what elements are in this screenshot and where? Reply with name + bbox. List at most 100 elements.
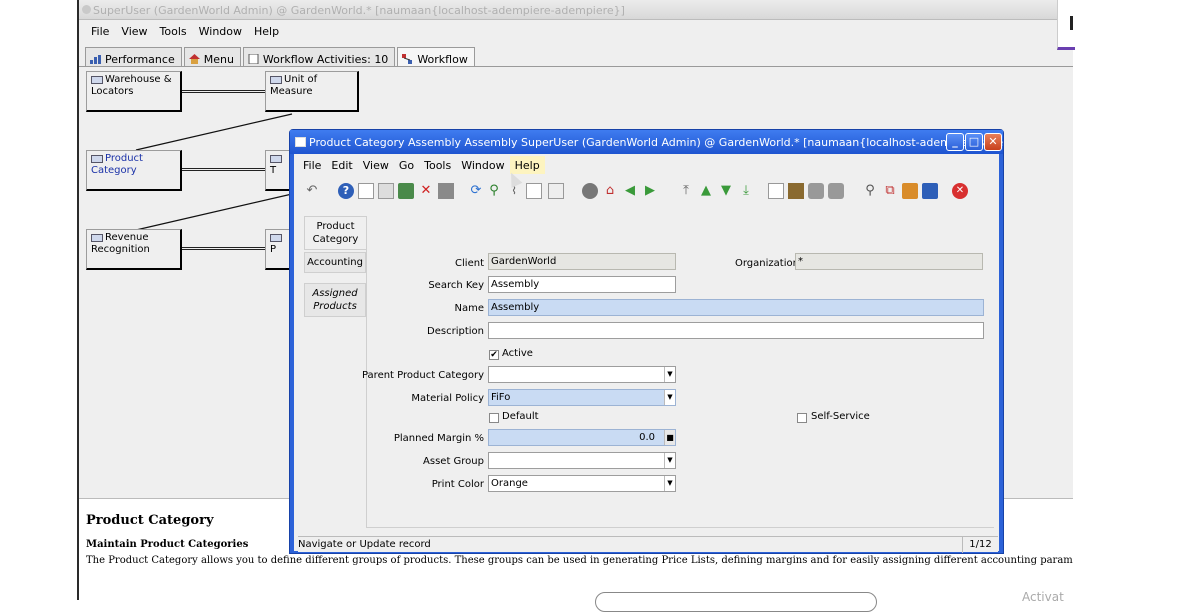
workflow-node-label: P — [270, 244, 277, 255]
workflow-node-unit-of-measure[interactable]: Unit of Measure — [265, 71, 359, 112]
client-field[interactable]: GardenWorld — [488, 253, 676, 270]
dialog-title-bar[interactable]: Product Category Assembly Assembly Super… — [290, 130, 1003, 154]
workflow-node-revenue-recognition[interactable]: Revenue Recognition — [86, 229, 182, 270]
copy-record-icon[interactable] — [378, 183, 394, 199]
print-color-select[interactable]: Orange ▼ — [488, 475, 676, 492]
main-menu-window[interactable]: Window — [193, 22, 248, 42]
arrow-right-icon[interactable]: ▶ — [642, 183, 658, 199]
name-field[interactable]: Assembly — [488, 299, 984, 316]
record-position: 1/12 — [962, 537, 998, 553]
product-info-icon[interactable] — [922, 183, 938, 199]
workflow-icon[interactable]: ⧉ — [882, 183, 898, 199]
workflow-link — [182, 168, 266, 171]
report-icon[interactable] — [768, 183, 784, 199]
main-menu-file[interactable]: File — [85, 22, 115, 42]
dialog-menu-edit[interactable]: Edit — [326, 156, 357, 174]
refresh-icon[interactable]: ⟳ — [468, 183, 484, 199]
window-icon — [270, 76, 282, 84]
workflow-node-partial[interactable]: P — [265, 229, 289, 270]
status-text: Navigate or Update record — [298, 539, 431, 550]
workflow-node-product-category[interactable]: Product Category — [86, 150, 182, 191]
grid-toggle-icon[interactable] — [548, 183, 564, 199]
exit-icon[interactable]: ✕ — [952, 183, 968, 199]
main-menu-view[interactable]: View — [115, 22, 153, 42]
previous-record-icon[interactable]: ▲ — [698, 183, 714, 199]
chevron-down-icon[interactable]: ▼ — [664, 476, 675, 491]
window-icon — [91, 76, 103, 84]
home-icon — [188, 54, 200, 64]
side-tab-accounting[interactable]: Accounting — [304, 252, 366, 273]
dialog-menu-window[interactable]: Window — [456, 156, 509, 174]
delete-selection-icon[interactable] — [438, 183, 454, 199]
process-icon[interactable] — [902, 183, 918, 199]
main-tabs: Performance Menu Workflow Activities: 10… — [85, 47, 475, 67]
main-menu-tools[interactable]: Tools — [154, 22, 193, 42]
self-service-checkbox[interactable] — [797, 413, 807, 423]
history-icon[interactable] — [582, 183, 598, 199]
organization-field[interactable]: * — [795, 253, 983, 270]
dialog-menu-tools[interactable]: Tools — [419, 156, 456, 174]
minimize-button[interactable]: _ — [946, 133, 964, 151]
archive-icon[interactable] — [788, 183, 804, 199]
workflow-connector — [135, 193, 293, 231]
last-record-icon[interactable]: ⤓ — [738, 183, 754, 199]
search-key-field[interactable]: Assembly — [488, 276, 676, 293]
planned-margin-value: 0.0 — [639, 432, 655, 443]
delete-icon[interactable]: ✕ — [418, 183, 434, 199]
overlay-logo — [1057, 0, 1075, 50]
side-tab-product-category[interactable]: Product Category — [304, 216, 366, 250]
find-icon[interactable]: ⚲ — [486, 183, 502, 199]
tab-workflow-activities[interactable]: Workflow Activities: 10 — [242, 47, 396, 67]
tab-workflow[interactable]: Workflow — [397, 47, 475, 67]
help-title: Product Category — [86, 513, 214, 528]
help-icon[interactable]: ? — [338, 183, 354, 199]
dialog-menu-view[interactable]: View — [358, 156, 394, 174]
window-icon — [91, 155, 103, 163]
dialog-toolbar: ↶ ? ✕ ⟳ ⚲ ⌇ ⌂ ◀ ▶ ⤒ ▲ ▼ ⤓ ⚲ ⧉ ✕ — [300, 180, 1000, 204]
tab-menu[interactable]: Menu — [183, 47, 241, 67]
close-button[interactable]: ✕ — [984, 133, 1002, 151]
home-icon[interactable]: ⌂ — [602, 183, 618, 199]
dialog-menu-file[interactable]: File — [298, 156, 326, 174]
window-icon — [270, 234, 282, 242]
parent-category-label: Parent Product Category — [361, 370, 484, 381]
material-policy-select[interactable]: FiFo ▼ — [488, 389, 676, 406]
dialog-body: File Edit View Go Tools Window Help ↶ ? … — [294, 154, 1000, 553]
chevron-down-icon[interactable]: ▼ — [664, 367, 675, 382]
material-policy-label: Material Policy — [411, 393, 484, 404]
first-record-icon[interactable]: ⤒ — [678, 183, 694, 199]
chat-icon[interactable] — [526, 183, 542, 199]
chevron-down-icon[interactable]: ▼ — [664, 453, 675, 468]
main-title-text: SuperUser (GardenWorld Admin) @ GardenWo… — [93, 4, 625, 17]
tab-workflow-activities-label: Workflow Activities: 10 — [262, 52, 389, 66]
tab-performance[interactable]: Performance — [85, 47, 182, 67]
asset-group-select[interactable]: ▼ — [488, 452, 676, 469]
workflow-node-label: Warehouse & Locators — [91, 74, 172, 97]
side-tabs: Product Category Accounting Assigned Pro… — [304, 216, 366, 319]
side-tab-assigned-products[interactable]: Assigned Products — [304, 283, 366, 317]
undo-icon[interactable]: ↶ — [304, 183, 320, 199]
save-icon[interactable] — [398, 183, 414, 199]
dialog-menu-go[interactable]: Go — [394, 156, 419, 174]
zoom-across-icon[interactable]: ⚲ — [862, 183, 878, 199]
parent-category-select[interactable]: ▼ — [488, 366, 676, 383]
new-record-icon[interactable] — [358, 183, 374, 199]
next-record-icon[interactable]: ▼ — [718, 183, 734, 199]
arrow-left-icon[interactable]: ◀ — [622, 183, 638, 199]
active-checkbox[interactable]: ✔ — [489, 350, 499, 360]
product-category-window: Product Category Assembly Assembly Super… — [289, 129, 1004, 554]
chevron-down-icon[interactable]: ▼ — [664, 390, 675, 405]
print-preview-icon[interactable] — [808, 183, 824, 199]
main-title-bar: SuperUser (GardenWorld Admin) @ GardenWo… — [79, 0, 1073, 20]
default-checkbox[interactable] — [489, 413, 499, 423]
print-icon[interactable] — [828, 183, 844, 199]
calculator-icon[interactable]: ■ — [664, 430, 675, 445]
workflow-node-warehouse[interactable]: Warehouse & Locators — [86, 71, 182, 112]
planned-margin-field[interactable]: 0.0 ■ — [488, 429, 676, 446]
active-label: Active — [502, 348, 533, 359]
workflow-node-partial[interactable]: T — [265, 150, 289, 191]
maximize-button[interactable]: □ — [965, 133, 983, 151]
main-menu-help[interactable]: Help — [248, 22, 285, 42]
description-label: Description — [427, 326, 484, 337]
description-field[interactable] — [488, 322, 984, 339]
